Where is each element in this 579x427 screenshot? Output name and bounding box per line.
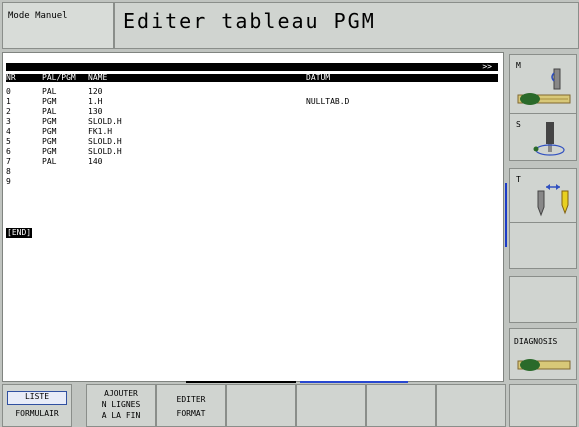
table-row[interactable]: 5 PGM SLOLD.H <box>6 137 498 147</box>
page-indicator-2 <box>300 381 408 383</box>
softkey-t-label: T <box>516 175 521 184</box>
softkey-empty-b8[interactable] <box>509 384 577 427</box>
softkey-ajouter-lignes[interactable]: AJOUTER N LIGNES A LA FIN <box>86 384 156 427</box>
softkey-empty-b7[interactable] <box>436 384 506 427</box>
softkey-liste-formulaire[interactable]: LISTE FORMULAIR <box>2 384 72 427</box>
file-bar: Fichier: PAL120.P >> <box>6 63 498 79</box>
table-row[interactable]: 7 PAL 140 <box>6 157 498 167</box>
cell-type: PGM <box>42 127 57 136</box>
table-row[interactable]: 4 PGM FK1.H <box>6 127 498 137</box>
cell-nr: 3 <box>6 117 11 126</box>
cell-nr: 8 <box>6 167 11 176</box>
softkey-m[interactable]: M <box>509 54 577 114</box>
cell-name: 120 <box>88 87 103 96</box>
tool-t-icon <box>537 184 569 217</box>
cell-nr: 5 <box>6 137 11 146</box>
mode-indicator: Mode Manuel <box>2 2 114 49</box>
softkey-diagnosis[interactable]: DIAGNOSIS <box>509 328 577 380</box>
table-row[interactable]: 3 PGM SLOLD.H <box>6 117 498 127</box>
softkey-ajouter-line1: AJOUTER <box>104 389 138 398</box>
scroll-indicator <box>505 183 507 247</box>
cell-nr: 4 <box>6 127 11 136</box>
scroll-right-indicator[interactable]: >> <box>482 63 492 71</box>
pgm-table-panel: Fichier: PAL120.P >> NR PAL/PGM NAME DAT… <box>2 52 504 382</box>
table-header-row: NR PAL/PGM NAME DATUM <box>6 74 498 82</box>
table-row[interactable]: 0 PAL 120 <box>6 87 498 97</box>
cell-name: FK1.H <box>88 127 113 136</box>
end-marker: [END] <box>6 228 33 238</box>
softkey-empty-b4[interactable] <box>226 384 296 427</box>
column-header-datum: DATUM <box>306 73 331 82</box>
cell-nr: 1 <box>6 97 11 106</box>
diagnosis-icon <box>517 359 571 371</box>
softkey-empty-4[interactable] <box>509 222 577 269</box>
table-row[interactable]: 2 PAL 130 <box>6 107 498 117</box>
softkey-s[interactable]: S <box>509 113 577 161</box>
cell-type: PGM <box>42 137 57 146</box>
cell-name: SLOLD.H <box>88 137 122 146</box>
cell-datum: NULLTAB.D <box>306 97 350 106</box>
table-row[interactable]: 8 <box>6 167 498 177</box>
cell-name: 130 <box>88 107 103 116</box>
softkey-empty-b6[interactable] <box>366 384 436 427</box>
softkey-empty-5[interactable] <box>509 276 577 323</box>
table-row[interactable]: 1 PGM 1.H NULLTAB.D <box>6 97 498 107</box>
softkey-liste-label: LISTE <box>24 392 50 401</box>
cell-nr: 2 <box>6 107 11 116</box>
softkey-ajouter-line2: N LIGNES <box>101 400 141 409</box>
column-header-nr: NR <box>6 73 16 82</box>
spindle-m-icon <box>517 68 571 105</box>
cell-type: PAL <box>42 157 57 166</box>
softkey-editer-line1: EDITER <box>176 395 206 404</box>
softkey-diagnosis-label: DIAGNOSIS <box>514 337 558 346</box>
cell-name: SLOLD.H <box>88 147 122 156</box>
cell-nr: 9 <box>6 177 11 186</box>
softkey-formulaire-label: FORMULAIR <box>15 409 59 418</box>
cell-type: PAL <box>42 87 57 96</box>
cell-nr: 0 <box>6 87 11 96</box>
cell-nr: 6 <box>6 147 11 156</box>
spindle-s-icon <box>533 122 565 156</box>
cell-type: PGM <box>42 117 57 126</box>
softkey-t[interactable]: T <box>509 168 577 223</box>
cell-type: PGM <box>42 97 57 106</box>
page-title: Editer tableau PGM <box>123 9 376 33</box>
softkey-empty-b5[interactable] <box>296 384 366 427</box>
softkey-ajouter-line3: A LA FIN <box>101 411 141 420</box>
column-header-type: PAL/PGM <box>42 73 76 82</box>
page-indicator-1 <box>186 381 296 383</box>
page-title-bar: Editer tableau PGM <box>114 2 579 49</box>
mode-label: Mode Manuel <box>8 11 68 21</box>
softkey-editer-format[interactable]: EDITER FORMAT <box>156 384 226 427</box>
cell-type: PGM <box>42 147 57 156</box>
column-header-name: NAME <box>88 73 108 82</box>
softkey-s-label: S <box>516 120 521 129</box>
cell-name: 140 <box>88 157 103 166</box>
cell-type: PAL <box>42 107 57 116</box>
cell-name: 1.H <box>88 97 103 106</box>
cell-nr: 7 <box>6 157 11 166</box>
cell-name: SLOLD.H <box>88 117 122 126</box>
table-row[interactable]: 6 PGM SLOLD.H <box>6 147 498 157</box>
softkey-editer-line2: FORMAT <box>176 409 206 418</box>
table-row[interactable]: 9 <box>6 177 498 187</box>
